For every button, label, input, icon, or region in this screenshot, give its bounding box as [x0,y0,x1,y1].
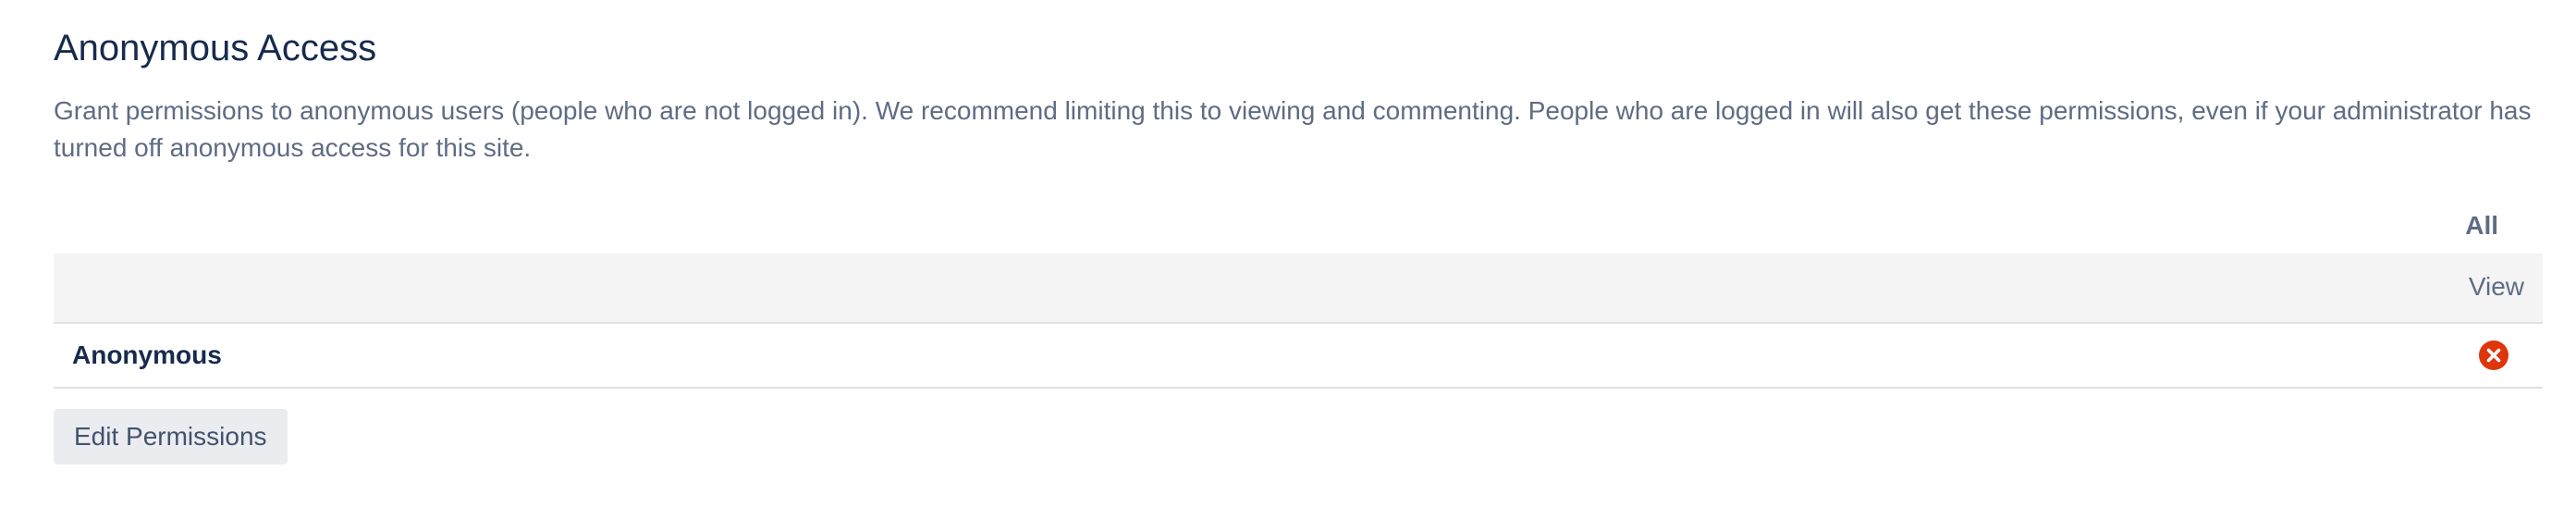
permissions-table: All View Anonymous [54,194,2543,389]
cross-circle-icon [2478,340,2509,371]
permission-group-header: All [54,194,2543,254]
section-description: Grant permissions to anonymous users (pe… [54,96,2532,162]
group-header-all: All [2465,211,2498,240]
column-header-view: View [2468,272,2524,301]
row-name-anonymous: Anonymous [72,340,222,369]
table-row: Anonymous [54,324,2543,389]
section-title: Anonymous Access [54,28,377,68]
permission-column-header-row: View [54,254,2543,324]
edit-permissions-button[interactable]: Edit Permissions [54,409,288,464]
